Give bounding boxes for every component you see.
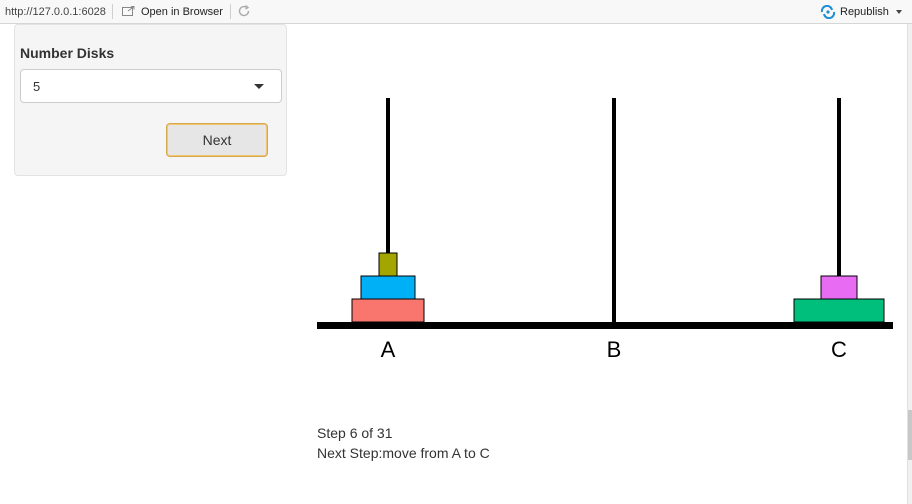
chevron-down-icon [254,84,264,89]
toolbar-divider [230,4,231,19]
scrollbar-thumb[interactable] [908,410,912,460]
disk-size-1 [378,252,398,277]
next-button[interactable]: Next [166,123,268,157]
step-counter: Step 6 of 31 [317,425,393,441]
number-disks-select[interactable]: 5 [20,69,282,103]
peg-b [612,98,616,322]
disk-size-4 [351,298,425,323]
peg-label-a: A [381,337,396,362]
open-in-browser-button[interactable]: Open in Browser [141,6,223,18]
hanoi-plot: A B C [317,98,893,362]
chevron-down-icon [896,10,902,14]
toolbar-divider [112,4,113,19]
url-text: http://127.0.0.1:6028 [5,6,106,18]
number-disks-value: 5 [33,79,41,94]
refresh-icon[interactable] [237,4,251,18]
disk-size-5 [793,298,885,323]
peg-label-b: B [607,337,622,362]
viewer-toolbar: http://127.0.0.1:6028 Open in Browser Re… [0,0,912,24]
disk-size-3 [360,275,416,300]
sidebar-panel: Number Disks 5 Next [14,24,287,176]
republish-icon [820,5,836,19]
open-in-browser-icon[interactable] [122,6,135,17]
base-bar [317,322,893,329]
disk-size-2 [820,275,858,300]
number-disks-label: Number Disks [20,45,115,61]
peg-label-c: C [831,337,847,362]
next-step-text: Next Step:move from A to C [317,445,490,461]
republish-label: Republish [840,6,889,18]
